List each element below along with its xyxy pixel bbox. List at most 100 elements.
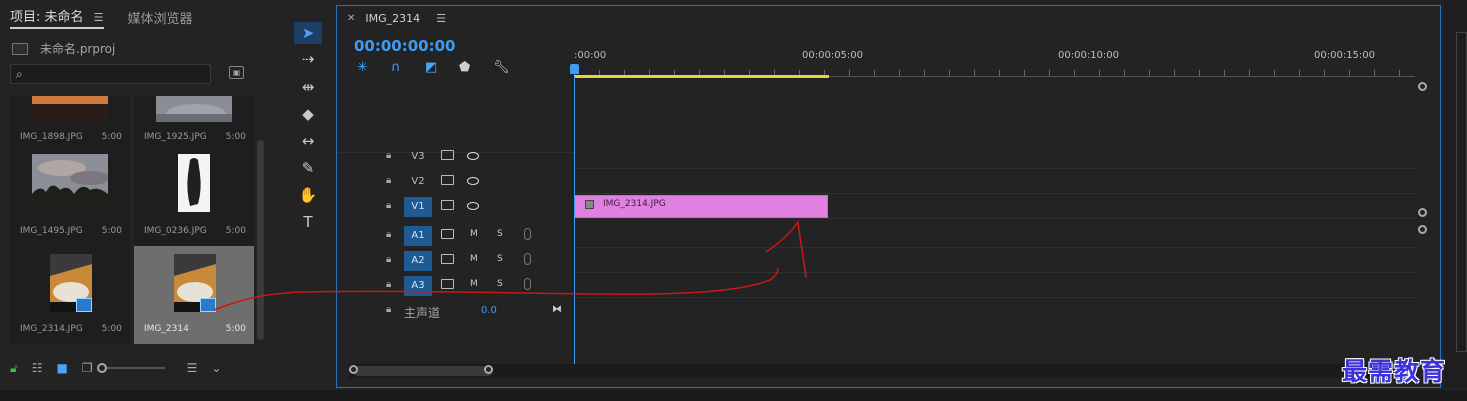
track-header-a2: 🔒︎ A2 M S <box>337 249 573 273</box>
eye-icon[interactable] <box>467 152 479 160</box>
snap-magnet-icon[interactable]: ∩ <box>391 60 425 75</box>
media-item-img-0236[interactable]: IMG_0236.JPG 5:00 <box>134 148 254 246</box>
track-label-v1[interactable]: V1 <box>404 197 432 217</box>
search-input[interactable]: ⌕ <box>10 64 211 84</box>
thumbnail-image <box>32 96 108 122</box>
track-area-v3[interactable] <box>574 145 1417 169</box>
tools-panel: ➤ ⇢ ⇹ ◆ ↔ ✎ ✋ T <box>286 0 330 388</box>
solo-button[interactable]: S <box>497 279 503 289</box>
microphone-icon[interactable] <box>524 278 531 290</box>
new-bin-icon[interactable]: ▣ <box>229 66 244 79</box>
scroll-handle[interactable] <box>484 365 493 374</box>
chevron-down-icon[interactable]: ⌄ <box>211 361 221 375</box>
master-track-label: 主声道 <box>404 306 441 320</box>
master-volume-value[interactable]: 0.0 <box>481 305 497 316</box>
playhead-timecode[interactable]: 00:00:00:00 <box>354 37 456 55</box>
scroll-handle[interactable] <box>349 365 358 374</box>
sort-icon[interactable]: ☰ <box>187 361 198 375</box>
tab-media-browser[interactable]: 媒体浏览器 <box>128 8 193 27</box>
lock-icon[interactable]: 🔒︎ <box>386 200 391 211</box>
track-area-a2[interactable] <box>574 249 1417 273</box>
wrench-icon[interactable]: 🔧︎ <box>493 60 527 75</box>
media-item-img-2314-sequence[interactable]: IMG_2314 5:00 <box>134 246 254 344</box>
track-header-a3: 🔒︎ A3 M S <box>337 274 573 298</box>
close-icon[interactable]: ✕ <box>347 13 355 24</box>
icon-view-icon[interactable]: ■ <box>57 361 68 375</box>
ruler-label: :00:00 <box>574 50 607 61</box>
nest-icon[interactable]: ✳ <box>357 60 391 75</box>
lock-icon[interactable]: 🔒︎ <box>386 279 391 290</box>
timeline-clip[interactable]: IMG_2314.JPG <box>574 195 828 218</box>
panel-menu-icon[interactable]: ☰ <box>94 11 104 24</box>
track-label-a1[interactable]: A1 <box>404 226 432 246</box>
pen-tool-icon[interactable]: ✎ <box>294 157 322 179</box>
media-item-img-2314-jpg[interactable]: IMG_2314.JPG 5:00 <box>10 246 130 344</box>
slip-tool-icon[interactable]: ↔ <box>294 130 322 152</box>
linked-selection-icon[interactable]: ◩ <box>425 60 459 75</box>
sequence-badge-icon <box>200 298 216 312</box>
mute-button[interactable]: M <box>470 279 478 289</box>
eye-icon[interactable] <box>467 202 479 210</box>
timeline-horizontal-scroll[interactable] <box>349 364 1417 378</box>
track-label-v2[interactable]: V2 <box>404 172 432 192</box>
thumbnail-image <box>156 96 232 122</box>
media-item-name: IMG_1925.JPG <box>144 132 207 142</box>
track-area-a3[interactable] <box>574 274 1417 298</box>
lock-icon[interactable]: 🔒︎ <box>386 175 391 186</box>
tab-project[interactable]: 项目: 未命名 ☰ <box>10 6 104 29</box>
playhead-handle[interactable] <box>570 64 579 74</box>
media-item-img-1925[interactable]: IMG_1925.JPG 5:00 <box>134 96 254 152</box>
media-item-duration: 5:00 <box>225 226 246 236</box>
scroll-handle[interactable] <box>1418 225 1427 234</box>
timeline-tab[interactable]: ✕ IMG_2314 ☰ <box>347 12 446 25</box>
sync-lock-icon[interactable] <box>441 254 454 264</box>
lock-open-icon[interactable]: 🔓︎ <box>10 361 18 376</box>
type-tool-icon[interactable]: T <box>294 211 322 233</box>
media-item-img-1898[interactable]: IMG_1898.JPG 5:00 <box>10 96 130 152</box>
ripple-edit-tool-icon[interactable]: ⇹ <box>294 76 322 98</box>
clip-fx-icon <box>585 200 594 209</box>
sync-lock-icon[interactable] <box>441 150 454 160</box>
project-panel: 项目: 未命名 ☰ 媒体浏览器 未命名.prproj ⌕ ▣ IMG_1898.… <box>0 0 280 388</box>
sync-lock-icon[interactable] <box>441 200 454 210</box>
track-area-v2[interactable] <box>574 170 1417 194</box>
mute-button[interactable]: M <box>470 229 478 239</box>
eye-icon[interactable] <box>467 177 479 185</box>
timeline-vertical-scroll[interactable] <box>1417 76 1429 369</box>
track-area-a1[interactable] <box>574 224 1417 248</box>
project-scrollbar[interactable] <box>257 140 264 340</box>
track-select-tool-icon[interactable]: ⇢ <box>294 48 322 70</box>
work-area-bar[interactable] <box>574 75 829 78</box>
add-marker-icon[interactable]: ⬟ <box>459 60 493 75</box>
sync-lock-icon[interactable] <box>441 229 454 239</box>
track-label-a2[interactable]: A2 <box>404 251 432 271</box>
panel-menu-icon[interactable]: ☰ <box>436 12 446 25</box>
track-header-a1: 🔒︎ A1 M S <box>337 224 573 248</box>
list-view-icon[interactable]: ☷ <box>32 361 43 375</box>
solo-button[interactable]: S <box>497 229 503 239</box>
lock-icon[interactable]: 🔒︎ <box>386 304 391 315</box>
microphone-icon[interactable] <box>524 253 531 265</box>
selection-tool-icon[interactable]: ➤ <box>294 22 322 44</box>
lock-icon[interactable]: 🔒︎ <box>386 254 391 265</box>
sync-lock-icon[interactable] <box>441 279 454 289</box>
hand-tool-icon[interactable]: ✋ <box>294 184 322 206</box>
scroll-handle[interactable] <box>1418 82 1427 91</box>
razor-tool-icon[interactable]: ◆ <box>294 103 322 125</box>
lock-icon[interactable]: 🔒︎ <box>386 229 391 240</box>
solo-button[interactable]: S <box>497 254 503 264</box>
zoom-slider-knob[interactable] <box>96 363 107 373</box>
freeform-view-icon[interactable]: ❐ <box>82 361 93 375</box>
lock-icon[interactable]: 🔒︎ <box>386 150 391 161</box>
microphone-icon[interactable] <box>524 228 531 240</box>
mute-button[interactable]: M <box>470 254 478 264</box>
media-item-img-1495[interactable]: IMG_1495.JPG 5:00 <box>10 148 130 246</box>
thumbnail-zoom-slider[interactable] <box>96 363 165 373</box>
scroll-handle[interactable] <box>1418 208 1427 217</box>
time-ruler[interactable]: :00:00 00:00:05:00 00:00:10:00 00:00:15:… <box>574 46 1415 78</box>
track-label-a3[interactable]: A3 <box>404 276 432 296</box>
horizontal-scroll-thumb[interactable] <box>353 366 493 376</box>
go-to-end-icon[interactable]: ⧓ <box>552 304 562 315</box>
sync-lock-icon[interactable] <box>441 175 454 185</box>
track-label-v3[interactable]: V3 <box>404 147 432 167</box>
